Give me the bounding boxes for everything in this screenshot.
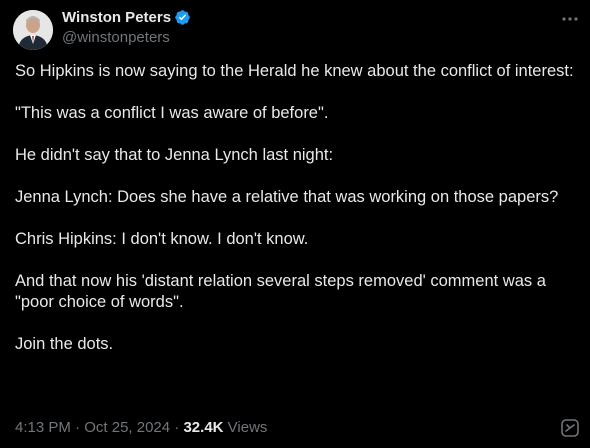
tweet-paragraph: He didn't say that to Jenna Lynch last n… — [15, 146, 334, 164]
tweet-date[interactable]: Oct 25, 2024 — [84, 419, 170, 436]
author-avatar[interactable] — [13, 10, 53, 50]
author-handle[interactable]: @winstonpeters — [62, 29, 170, 46]
tweet-paragraph: So Hipkins is now saying to the Herald h… — [15, 62, 574, 80]
more-options-icon[interactable] — [560, 9, 580, 29]
tweet-paragraph: "This was a conflict I was aware of befo… — [15, 104, 329, 122]
tweet-paragraph: Join the dots. — [15, 335, 114, 353]
views-label: Views — [227, 419, 268, 436]
author-name[interactable]: Winston Peters — [62, 9, 171, 26]
tweet-time[interactable]: 4:13 PM — [15, 419, 71, 436]
tweet-text: So Hipkins is now saying to the Herald h… — [15, 61, 575, 376]
grok-icon[interactable] — [560, 418, 580, 438]
meta-separator: · — [170, 419, 184, 436]
author-name-row[interactable]: Winston Peters — [62, 9, 191, 26]
tweet-card: Winston Peters @winstonpeters So Hipkins… — [0, 0, 590, 448]
tweet-paragraph: Chris Hipkins: I don't know. I don't kno… — [15, 230, 309, 248]
avatar-photo — [13, 10, 53, 50]
tweet-paragraph: Jenna Lynch: Does she have a relative th… — [15, 188, 559, 206]
tweet-meta: 4:13 PM · Oct 25, 2024 · 32.4K Views — [15, 419, 267, 436]
views-count[interactable]: 32.4K — [183, 419, 223, 436]
verified-badge-icon — [175, 10, 190, 25]
meta-separator: · — [70, 419, 85, 436]
tweet-paragraph: And that now his 'distant relation sever… — [15, 272, 546, 311]
